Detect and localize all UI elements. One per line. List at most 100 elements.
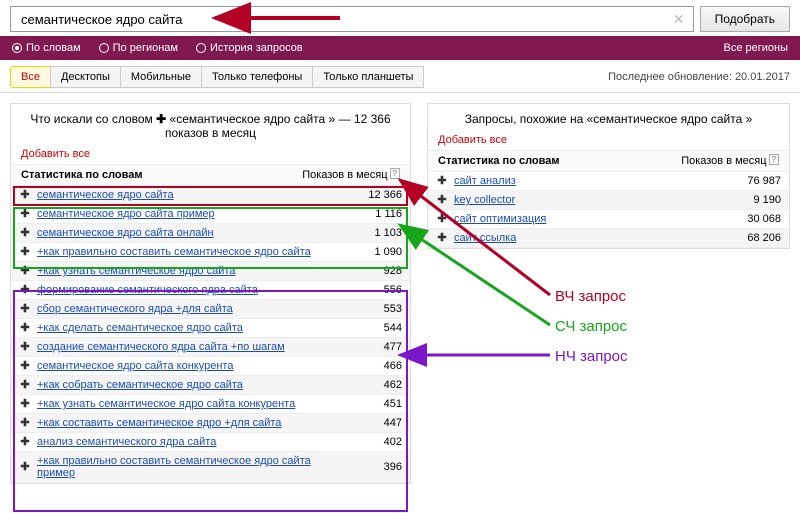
keyword-count: 396 — [342, 461, 402, 473]
left-table-head: Статистика по словам Показов в месяц? — [11, 164, 410, 186]
keyword-link[interactable]: семантическое ядро сайта конкурента — [37, 360, 342, 372]
add-keyword-icon[interactable]: ✚ — [19, 227, 31, 239]
keyword-link[interactable]: key collector — [454, 194, 721, 206]
help-icon[interactable]: ? — [390, 168, 400, 179]
last-update-label: Последнее обновление: — [608, 71, 732, 83]
table-row: ✚ семантическое ядро сайта пример1 116 — [11, 205, 410, 224]
add-all-left[interactable]: Добавить все — [11, 148, 410, 164]
right-panel: Запросы, похожие на «семантическое ядро … — [427, 103, 790, 249]
col-count: Показов в месяц — [681, 155, 766, 167]
keyword-count: 466 — [342, 360, 402, 372]
add-all-right[interactable]: Добавить все — [428, 134, 789, 150]
keyword-count: 462 — [342, 379, 402, 391]
table-row: ✚ анализ семантического ядра сайта402 — [11, 433, 410, 452]
tab-mobile[interactable]: Мобильные — [120, 66, 202, 88]
search-input[interactable] — [19, 11, 673, 28]
add-keyword-icon[interactable]: ✚ — [19, 189, 31, 201]
tab-all[interactable]: Все — [10, 66, 51, 88]
add-keyword-icon[interactable]: ✚ — [19, 341, 31, 353]
keyword-link[interactable]: +как правильно составить семантическое я… — [37, 246, 342, 258]
keyword-link[interactable]: сайт оптимизация — [454, 213, 721, 225]
keyword-count: 402 — [342, 436, 402, 448]
keyword-link[interactable]: +как правильно составить семантическое я… — [37, 455, 342, 479]
add-keyword-icon[interactable]: ✚ — [19, 208, 31, 220]
keyword-count: 12 366 — [342, 189, 402, 201]
device-tabs: Все Десктопы Мобильные Только телефоны Т… — [0, 60, 800, 93]
add-keyword-icon[interactable]: ✚ — [19, 303, 31, 315]
col-keywords: Статистика по словам — [21, 169, 143, 181]
add-keyword-icon[interactable]: ✚ — [19, 436, 31, 448]
filter-bar: По словам По регионам История запросов В… — [0, 36, 800, 60]
table-row: ✚ семантическое ядро сайта конкурента466 — [11, 357, 410, 376]
keyword-count: 447 — [342, 417, 402, 429]
add-keyword-icon[interactable]: ✚ — [19, 360, 31, 372]
keyword-link[interactable]: сбор семантического ядра +для сайта — [37, 303, 342, 315]
keyword-count: 30 068 — [721, 213, 781, 225]
keyword-link[interactable]: семантическое ядро сайта — [37, 189, 342, 201]
keyword-link[interactable]: +как сделать семантическое ядро сайта — [37, 322, 342, 334]
keyword-link[interactable]: семантическое ядро сайта онлайн — [37, 227, 342, 239]
tab-phones[interactable]: Только телефоны — [201, 66, 313, 88]
add-keyword-icon[interactable]: ✚ — [19, 379, 31, 391]
keyword-link[interactable]: +как составить семантическое ядро +для с… — [37, 417, 342, 429]
filter-label: По словам — [26, 42, 81, 54]
keyword-count: 76 987 — [721, 175, 781, 187]
add-keyword-icon[interactable]: ✚ — [436, 213, 448, 225]
right-table-head: Статистика по словам Показов в месяц? — [428, 150, 789, 172]
add-keyword-icon[interactable]: ✚ — [19, 246, 31, 258]
add-keyword-icon[interactable]: ✚ — [19, 284, 31, 296]
add-keyword-icon[interactable]: ✚ — [19, 322, 31, 334]
regions-link[interactable]: Все регионы — [723, 42, 788, 54]
title-part: «семантическое ядро сайта » — [170, 112, 336, 126]
radio-icon — [196, 43, 206, 53]
keyword-link[interactable]: +как узнать семантическое ядро сайта кон… — [37, 398, 342, 410]
tab-tablets[interactable]: Только планшеты — [312, 66, 424, 88]
keyword-link[interactable]: создание семантического ядра сайта +по ш… — [37, 341, 342, 353]
keyword-count: 553 — [342, 303, 402, 315]
add-keyword-icon[interactable]: ✚ — [436, 175, 448, 187]
submit-button[interactable]: Подобрать — [700, 6, 790, 32]
table-row: ✚ сайт анализ76 987 — [428, 172, 789, 191]
filter-by-regions[interactable]: По регионам — [99, 42, 178, 54]
keyword-count: 1 103 — [342, 227, 402, 239]
help-icon[interactable]: ? — [769, 154, 779, 165]
keyword-count: 544 — [342, 322, 402, 334]
right-rows: ✚ сайт анализ76 987 ✚ key collector9 190 ✚ са… — [428, 172, 789, 248]
keyword-count: 556 — [342, 284, 402, 296]
keyword-link[interactable]: сайт ссылка — [454, 232, 721, 244]
filter-by-words[interactable]: По словам — [12, 42, 81, 54]
table-row: ✚ семантическое ядро сайта онлайн1 103 — [11, 224, 410, 243]
add-keyword-icon[interactable]: ✚ — [436, 194, 448, 206]
keyword-count: 1 116 — [342, 208, 402, 220]
keyword-link[interactable]: сайт анализ — [454, 175, 721, 187]
keyword-count: 9 190 — [721, 194, 781, 206]
keyword-link[interactable]: семантическое ядро сайта пример — [37, 208, 342, 220]
table-row: ✚ +как узнать семантическое ядро сайта ко… — [11, 395, 410, 414]
add-keyword-icon[interactable]: ✚ — [19, 398, 31, 410]
add-keyword-icon[interactable]: ✚ — [19, 461, 31, 473]
keyword-count: 68 206 — [721, 232, 781, 244]
table-row: ✚ сайт ссылка68 206 — [428, 229, 789, 248]
table-row: ✚ семантическое ядро сайта12 366 — [11, 186, 410, 205]
last-update-value: 20.01.2017 — [735, 71, 790, 83]
table-row: ✚ +как сделать семантическое ядро сайта54… — [11, 319, 410, 338]
keyword-link[interactable]: +как собрать семантическое ядро сайта — [37, 379, 342, 391]
filter-history[interactable]: История запросов — [196, 42, 303, 54]
last-update: Последнее обновление: 20.01.2017 — [608, 71, 790, 83]
add-keyword-icon[interactable]: ✚ — [19, 265, 31, 277]
add-keyword-icon[interactable]: ✚ — [436, 232, 448, 244]
keyword-link[interactable]: анализ семантического ядра сайта — [37, 436, 342, 448]
radio-checked-icon — [12, 43, 22, 53]
keyword-count: 477 — [342, 341, 402, 353]
keyword-link[interactable]: +как узнать семантическое ядро сайта — [37, 265, 342, 277]
clear-icon[interactable]: ✕ — [673, 11, 685, 28]
table-row: ✚ +как правильно составить семантическое … — [11, 452, 410, 483]
table-row: ✚ key collector9 190 — [428, 191, 789, 210]
tab-desktop[interactable]: Десктопы — [50, 66, 121, 88]
keyword-link[interactable]: формирование семантического ядра сайта — [37, 284, 342, 296]
col-count: Показов в месяц — [302, 169, 387, 181]
table-row: ✚ сбор семантического ядра +для сайта553 — [11, 300, 410, 319]
table-row: ✚ +как собрать семантическое ядро сайта46… — [11, 376, 410, 395]
right-panel-title: Запросы, похожие на «семантическое ядро … — [428, 104, 789, 134]
add-keyword-icon[interactable]: ✚ — [19, 417, 31, 429]
